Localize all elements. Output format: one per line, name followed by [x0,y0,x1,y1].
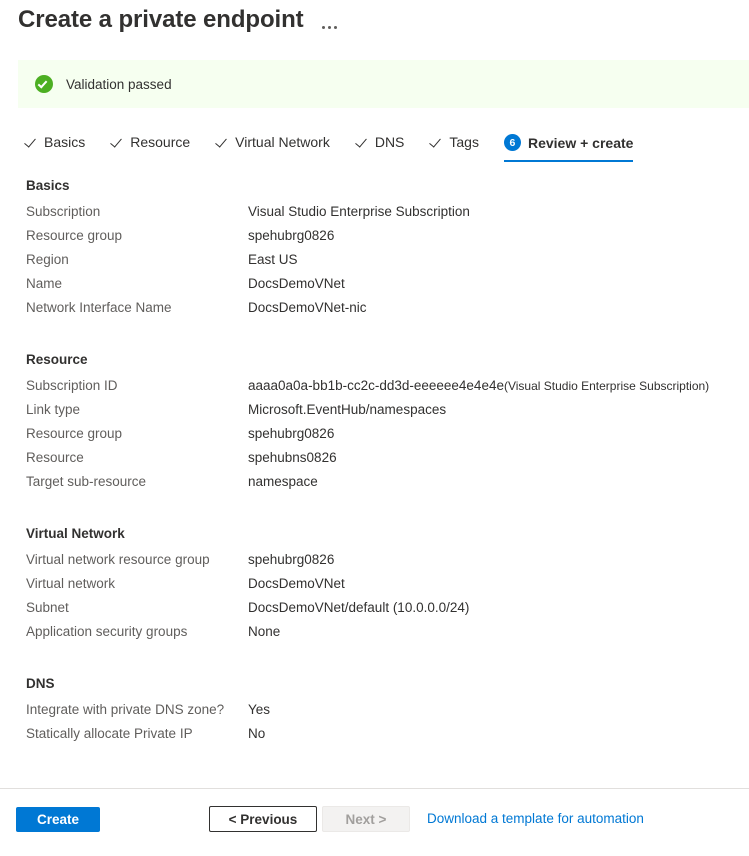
summary-row: Network Interface NameDocsDemoVNet-nic [0,300,749,324]
next-button: Next > [322,806,410,832]
download-template-link[interactable]: Download a template for automation [427,811,644,826]
summary-label: Resource [0,450,248,465]
summary-value: None [248,624,280,639]
summary-row: RegionEast US [0,252,749,276]
tab-label: Resource [130,134,190,150]
section-heading: Basics [0,178,749,193]
summary-row: Resourcespehubns0826 [0,450,749,474]
summary-value: Yes [248,702,270,717]
tab-label: Review + create [528,135,633,151]
summary-value: spehubrg0826 [248,552,334,567]
summary-value-main: aaaa0a0a-bb1b-cc2c-dd3d-eeeeee4e4e4e [248,378,504,393]
summary-row: Application security groupsNone [0,624,749,648]
summary-label: Network Interface Name [0,300,248,315]
previous-button[interactable]: < Previous [209,806,317,832]
section-spacer [0,504,749,526]
tab-basics[interactable]: Basics [24,134,85,161]
page-header: Create a private endpoint [18,6,341,34]
summary-label: Integrate with private DNS zone? [0,702,248,717]
validation-message: Validation passed [66,77,172,92]
summary-row: Link typeMicrosoft.EventHub/namespaces [0,402,749,426]
section-virtual-network: Virtual Network Virtual network resource … [0,526,749,648]
section-spacer [0,330,749,352]
check-icon [355,136,368,149]
summary-row: Virtual networkDocsDemoVNet [0,576,749,600]
summary-label: Subnet [0,600,248,615]
tab-virtual-network[interactable]: Virtual Network [215,134,330,161]
summary-value: DocsDemoVNet [248,576,345,591]
summary-label: Virtual network resource group [0,552,248,567]
wizard-tabs: Basics Resource Virtual Network DNS Tags 6 Rev… [24,134,658,162]
summary-label: Link type [0,402,248,417]
summary-row: SubscriptionVisual Studio Enterprise Sub… [0,204,749,228]
summary-value: Microsoft.EventHub/namespaces [248,402,446,417]
summary-value: spehubns0826 [248,450,337,465]
create-button[interactable]: Create [16,807,100,832]
summary-value: East US [248,252,298,267]
more-options-icon[interactable] [318,9,341,31]
section-heading: Resource [0,352,749,367]
summary-label: Application security groups [0,624,248,639]
section-heading: DNS [0,676,749,691]
summary-label: Statically allocate Private IP [0,726,248,741]
summary-row: Resource groupspehubrg0826 [0,426,749,450]
tab-tags[interactable]: Tags [429,134,479,161]
tab-label: Tags [449,134,479,150]
section-dns: DNSIntegrate with private DNS zone?YesSt… [0,676,749,750]
tab-step-badge: 6 [504,134,521,151]
summary-row: Virtual network resource groupspehubrg08… [0,552,749,576]
summary-value-suffix: (Visual Studio Enterprise Subscription) [504,379,709,393]
check-icon [215,136,228,149]
summary-label: Subscription ID [0,378,248,393]
summary-value: aaaa0a0a-bb1b-cc2c-dd3d-eeeeee4e4e4e(Vis… [248,378,709,393]
summary-row: NameDocsDemoVNet [0,276,749,300]
summary-label: Virtual network [0,576,248,591]
tab-resource[interactable]: Resource [110,134,190,161]
tab-review-create[interactable]: 6 Review + create [504,134,633,162]
validation-banner: Validation passed [18,60,749,108]
summary-row: SubnetDocsDemoVNet/default (10.0.0.0/24) [0,600,749,624]
summary-row: Integrate with private DNS zone?Yes [0,702,749,726]
tab-label: Virtual Network [235,134,330,150]
check-icon [429,136,442,149]
summary-label: Subscription [0,204,248,219]
section-spacer [0,654,749,676]
section-heading: Virtual Network [0,526,749,541]
section-resource: Resource Subscription IDaaaa0a0a-bb1b-cc2… [0,352,749,498]
summary-value: DocsDemoVNet/default (10.0.0.0/24) [248,600,469,615]
tab-dns[interactable]: DNS [355,134,405,161]
summary-value: namespace [248,474,318,489]
check-circle-icon [35,75,53,93]
summary-value: Visual Studio Enterprise Subscription [248,204,470,219]
summary-label: Target sub-resource [0,474,248,489]
summary-value: DocsDemoVNet-nic [248,300,367,315]
section-basics: Basics SubscriptionVisual Studio Enterpri… [0,178,749,324]
tab-label: Basics [44,134,85,150]
summary-value: spehubrg0826 [248,426,334,441]
summary-value: DocsDemoVNet [248,276,345,291]
summary-row: Subscription IDaaaa0a0a-bb1b-cc2c-dd3d-e… [0,378,749,402]
check-icon [24,136,37,149]
summary-label: Resource group [0,228,248,243]
summary-row: Statically allocate Private IPNo [0,726,749,750]
review-summary: Basics SubscriptionVisual Studio Enterpri… [0,178,749,756]
summary-label: Resource group [0,426,248,441]
summary-value: No [248,726,265,741]
summary-row: Resource groupspehubrg0826 [0,228,749,252]
page-title: Create a private endpoint [18,6,304,34]
summary-label: Name [0,276,248,291]
summary-row: Target sub-resourcenamespace [0,474,749,498]
summary-label: Region [0,252,248,267]
summary-value: spehubrg0826 [248,228,334,243]
tab-label: DNS [375,134,405,150]
check-icon [110,136,123,149]
